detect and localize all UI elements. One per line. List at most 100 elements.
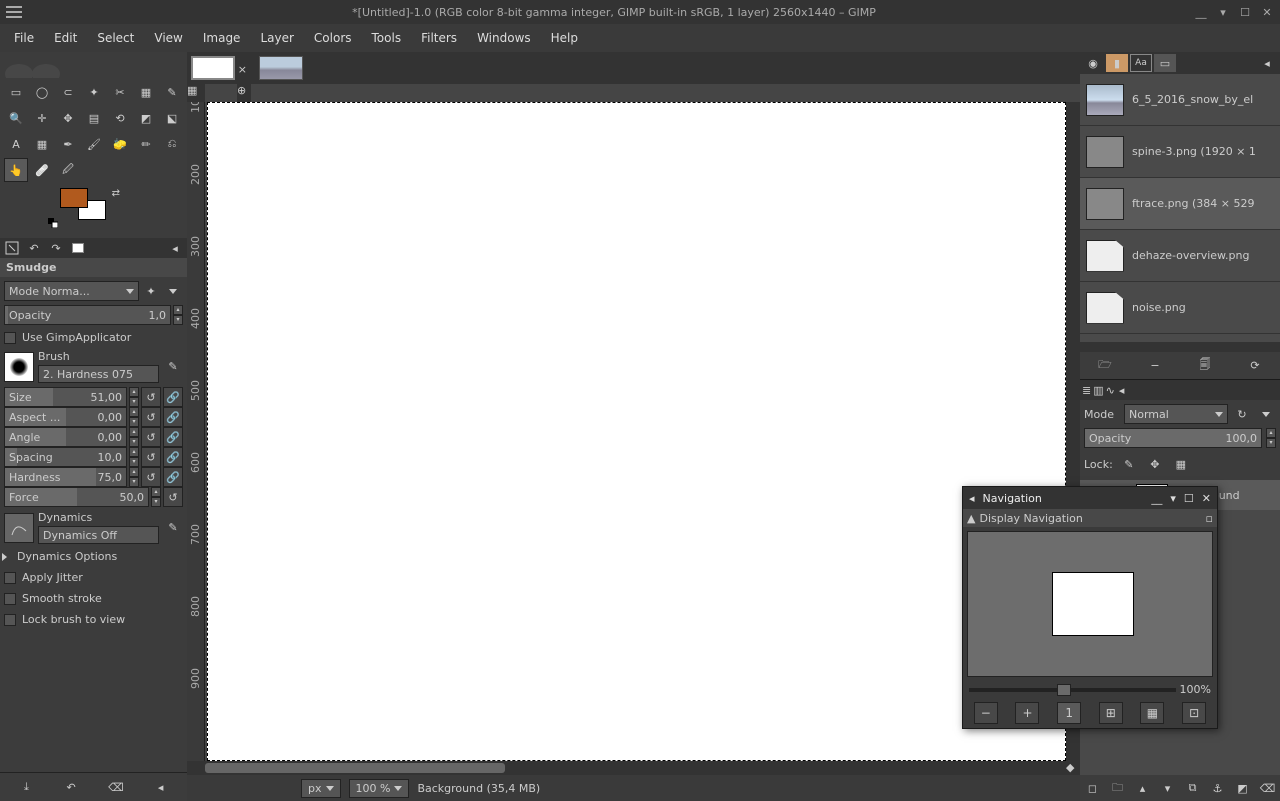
file-item[interactable]: noise.png xyxy=(1080,282,1280,334)
use-applicator-check[interactable]: Use GimpApplicator xyxy=(4,329,183,346)
menu-windows[interactable]: Windows xyxy=(469,27,539,49)
mask-icon[interactable]: ◩ xyxy=(1233,778,1253,798)
brush-name[interactable]: 2. Hardness 075 xyxy=(38,365,159,383)
nav-maximize-icon[interactable]: ☐ xyxy=(1184,492,1194,505)
opacity-slider[interactable]: Opacity1,0 xyxy=(4,305,171,325)
spacing_label-slider[interactable]: Spacing10,0 xyxy=(4,447,127,467)
file-item[interactable]: 6_5_2016_snow_by_el xyxy=(1080,74,1280,126)
size_label-slider[interactable]: Size51,00 xyxy=(4,387,127,407)
maximize-icon[interactable]: ☐ xyxy=(1238,5,1252,19)
angle_label-link-icon[interactable]: 🔗 xyxy=(163,427,183,447)
zoom-in-icon[interactable]: + xyxy=(1015,702,1039,724)
nav-corner-icon[interactable]: ◆ xyxy=(1066,761,1080,775)
layer-down-icon[interactable]: ▾ xyxy=(1158,778,1178,798)
menu-file[interactable]: File xyxy=(6,27,42,49)
right-tab-menu-icon[interactable]: ◂ xyxy=(1256,54,1278,72)
menu-select[interactable]: Select xyxy=(89,27,142,49)
lock-alpha-icon[interactable]: ▦ xyxy=(1171,454,1191,474)
menu-filters[interactable]: Filters xyxy=(413,27,465,49)
lower-icon[interactable]: ▾ xyxy=(1216,5,1230,19)
layer-opacity-slider[interactable]: Opacity100,0 xyxy=(1084,428,1262,448)
tool-20[interactable]: ⎌ xyxy=(160,132,184,156)
menu-colors[interactable]: Colors xyxy=(306,27,360,49)
tool-2[interactable]: ⊂ xyxy=(56,80,80,104)
image-tab-icon[interactable] xyxy=(68,239,88,257)
nav-lower-icon[interactable]: ▾ xyxy=(1170,492,1176,505)
hardness_label-reset-icon[interactable]: ↺ xyxy=(141,467,161,487)
file-item[interactable]: spine-3.png (1920 × 1 xyxy=(1080,126,1280,178)
force_label-reset-icon[interactable]: ↺ xyxy=(163,487,183,507)
apply-jitter-check[interactable]: Apply Jitter xyxy=(4,569,183,586)
foreground-color[interactable] xyxy=(60,188,88,208)
tool-10[interactable]: ▤ xyxy=(82,106,106,130)
tool-19[interactable]: ✏ xyxy=(134,132,158,156)
dynamics-edit-icon[interactable]: ✎ xyxy=(163,518,183,538)
opacity-spin[interactable]: ▴▾ xyxy=(173,305,183,325)
swap-colors-icon[interactable]: ⇄ xyxy=(112,188,120,199)
lock-pixels-icon[interactable]: ✎ xyxy=(1119,454,1139,474)
duplicate-layer-icon[interactable]: ⧉ xyxy=(1183,778,1203,798)
tool-23[interactable]: 🖉 xyxy=(56,158,80,182)
mode-switch-icon[interactable]: ↻ xyxy=(1232,404,1252,424)
channels-tab-icon[interactable]: ▥ xyxy=(1093,384,1103,397)
tool-7[interactable]: 🔍 xyxy=(4,106,28,130)
tool-13[interactable]: ⬕ xyxy=(160,106,184,130)
lock-position-icon[interactable]: ✥ xyxy=(1145,454,1165,474)
close-icon[interactable]: ✕ xyxy=(1260,5,1274,19)
default-colors-icon[interactable] xyxy=(48,218,58,228)
redo-history-icon[interactable]: ↷ xyxy=(46,239,66,257)
hamburger-icon[interactable] xyxy=(6,6,22,18)
open-file-icon[interactable]: 🗁 xyxy=(1095,356,1115,376)
tool-options-tab[interactable] xyxy=(2,239,22,257)
zoom-corner-icon[interactable]: ⊕ xyxy=(237,84,251,102)
restore-preset-icon[interactable]: ↶ xyxy=(61,777,81,797)
nav-menu-icon[interactable]: ◂ xyxy=(969,492,975,505)
layers-tab-icon[interactable]: ≣ xyxy=(1082,384,1091,397)
tool-8[interactable]: ✛ xyxy=(30,106,54,130)
remove-file-icon[interactable]: − xyxy=(1145,356,1165,376)
tool-22[interactable]: 🩹 xyxy=(30,158,54,182)
lock-brush-check[interactable]: Lock brush to view xyxy=(4,611,183,628)
tool-4[interactable]: ✂ xyxy=(108,80,132,104)
reset-preset-icon[interactable]: ◂ xyxy=(151,777,171,797)
mode-select[interactable]: Mode Norma... xyxy=(4,281,139,301)
tool-18[interactable]: 🧽 xyxy=(108,132,132,156)
new-layer-icon[interactable]: ◻ xyxy=(1083,778,1103,798)
blend-mode-select[interactable]: Normal xyxy=(1124,404,1228,424)
hardness_label-link-icon[interactable]: 🔗 xyxy=(163,467,183,487)
horizontal-scrollbar[interactable] xyxy=(205,761,1066,775)
spacing_label-link-icon[interactable]: 🔗 xyxy=(163,447,183,467)
nav-preview[interactable] xyxy=(967,531,1213,677)
zoom-out-icon[interactable]: − xyxy=(974,702,998,724)
image-tab-1[interactable]: × xyxy=(191,56,235,80)
undo-history-icon[interactable]: ↶ xyxy=(24,239,44,257)
zoom-fill-icon[interactable]: ▦ xyxy=(1140,702,1164,724)
layer-opacity-spin[interactable]: ▴▾ xyxy=(1266,428,1276,448)
minimize-icon[interactable]: __ xyxy=(1194,5,1208,19)
tool-11[interactable]: ⟲ xyxy=(108,106,132,130)
patterns-tab-icon[interactable]: ▮ xyxy=(1106,54,1128,72)
tool-16[interactable]: ✒ xyxy=(56,132,80,156)
dynamics-options-expand[interactable]: Dynamics Options xyxy=(4,548,183,565)
smooth-stroke-check[interactable]: Smooth stroke xyxy=(4,590,183,607)
nav-zoom-slider[interactable] xyxy=(969,688,1176,692)
mode-menu-icon[interactable] xyxy=(163,281,183,301)
clear-file-icon[interactable]: 🗐 xyxy=(1195,356,1215,376)
new-group-icon[interactable]: 🗀 xyxy=(1108,778,1128,798)
tab-menu-icon[interactable]: ◂ xyxy=(165,239,185,257)
refresh-file-icon[interactable]: ⟳ xyxy=(1245,356,1265,376)
zoom-100-icon[interactable]: 1 xyxy=(1057,702,1081,724)
tool-5[interactable]: ▦ xyxy=(134,80,158,104)
canvas-viewport[interactable] xyxy=(205,102,1066,761)
ruler-origin[interactable]: ▦ xyxy=(187,84,205,102)
image-tab-2[interactable] xyxy=(259,56,303,80)
tool-21[interactable]: 👆 xyxy=(4,158,28,182)
menu-edit[interactable]: Edit xyxy=(46,27,85,49)
nav-sub-icon[interactable]: ▲ xyxy=(967,512,975,525)
shrink-wrap-icon[interactable]: ⊡ xyxy=(1182,702,1206,724)
tool-17[interactable]: 🖌 xyxy=(82,132,106,156)
brush-thumb[interactable] xyxy=(4,352,34,382)
mode-icon-a[interactable]: ✦ xyxy=(141,281,161,301)
file-item[interactable]: ftrace.png (384 × 529 xyxy=(1080,178,1280,230)
nav-detach-icon[interactable]: ▫ xyxy=(1206,512,1213,525)
